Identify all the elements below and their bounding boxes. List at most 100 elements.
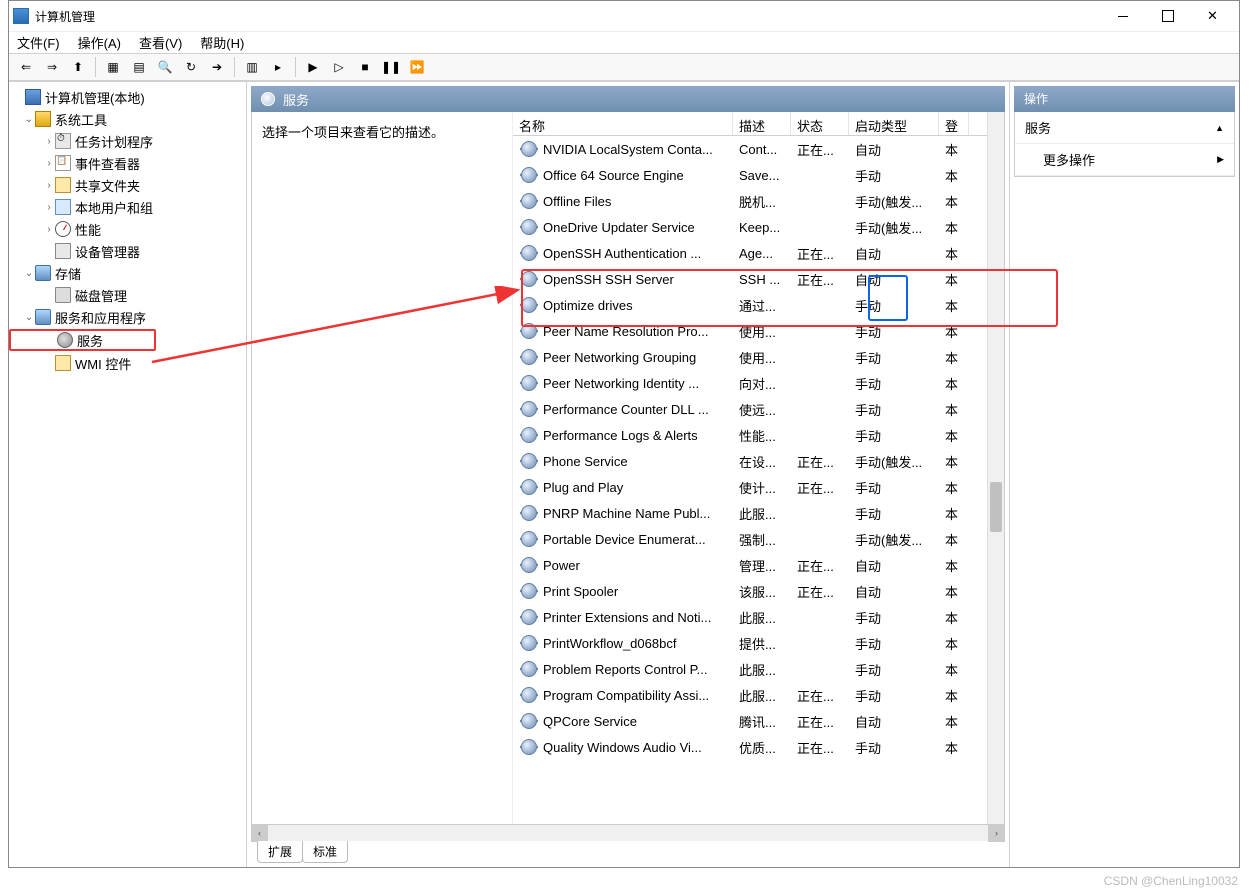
users-icon [55, 199, 71, 215]
service-row[interactable]: Peer Networking Grouping使用...手动本 [513, 344, 987, 370]
actions-services[interactable]: 服务▲ [1015, 112, 1234, 144]
service-status: 正在... [791, 478, 849, 497]
gear-icon [521, 661, 537, 677]
expand-icon[interactable]: ⌄ [23, 312, 35, 323]
tree-root[interactable]: 计算机管理(本地) [9, 86, 246, 108]
toolbar-button[interactable]: ↻ [180, 56, 202, 78]
toolbar-button[interactable]: 🔍 [154, 56, 176, 78]
maximize-button[interactable] [1145, 2, 1190, 30]
expand-icon[interactable]: › [43, 224, 55, 235]
tree-disk[interactable]: 磁盘管理 [9, 284, 246, 306]
actions-more[interactable]: 更多操作▶ [1015, 144, 1234, 176]
scroll-thumb[interactable] [990, 482, 1002, 532]
toolbar-button[interactable]: ▥ [241, 56, 263, 78]
col-name[interactable]: 名称 [513, 112, 733, 135]
service-row[interactable]: Phone Service在设...正在...手动(触发...本 [513, 448, 987, 474]
toolbar-button[interactable]: ⇐ [15, 56, 37, 78]
service-row[interactable]: Performance Counter DLL ...使远...手动本 [513, 396, 987, 422]
col-logon[interactable]: 登 [939, 112, 969, 135]
tree-task[interactable]: ›任务计划程序 [9, 130, 246, 152]
expand-icon[interactable]: ⌄ [23, 114, 35, 125]
minimize-button[interactable] [1100, 2, 1145, 30]
tree-wmi[interactable]: WMI 控件 [9, 352, 246, 374]
expand-icon[interactable]: › [43, 202, 55, 213]
toolbar-button[interactable]: ⏩ [406, 56, 428, 78]
service-row[interactable]: Print Spooler该服...正在...自动本 [513, 578, 987, 604]
tree-share[interactable]: ›共享文件夹 [9, 174, 246, 196]
service-row[interactable]: Quality Windows Audio Vi...优质...正在...手动本 [513, 734, 987, 760]
gear-icon [521, 713, 537, 729]
toolbar-button[interactable]: ▸ [267, 56, 289, 78]
menu-help[interactable]: 帮助(H) [200, 33, 244, 52]
tree-sys-tools[interactable]: ⌄系统工具 [9, 108, 246, 130]
service-row[interactable]: QPCore Service腾讯...正在...自动本 [513, 708, 987, 734]
toolbar-button[interactable]: ⬆ [67, 56, 89, 78]
service-name: Performance Counter DLL ... [543, 402, 709, 417]
service-row[interactable]: Program Compatibility Assi...此服...正在...手… [513, 682, 987, 708]
service-row[interactable]: OpenSSH Authentication ...Age...正在...自动本 [513, 240, 987, 266]
service-desc: Keep... [733, 220, 791, 235]
service-row[interactable]: Plug and Play使计...正在...手动本 [513, 474, 987, 500]
tree-users[interactable]: ›本地用户和组 [9, 196, 246, 218]
tree-event[interactable]: ›事件查看器 [9, 152, 246, 174]
service-row[interactable]: Printer Extensions and Noti...此服...手动本 [513, 604, 987, 630]
vertical-scrollbar[interactable] [987, 112, 1004, 824]
service-logon: 本 [939, 400, 969, 419]
expand-icon[interactable]: › [43, 180, 55, 191]
titlebar: 计算机管理 [9, 1, 1239, 31]
disk-icon [55, 287, 71, 303]
gear-icon [521, 193, 537, 209]
horizontal-scrollbar[interactable]: ‹ › [251, 824, 1005, 841]
tree-device[interactable]: 设备管理器 [9, 240, 246, 262]
event-icon [55, 155, 71, 171]
service-row[interactable]: Problem Reports Control P...此服...手动本 [513, 656, 987, 682]
service-name: Phone Service [543, 454, 628, 469]
close-button[interactable] [1190, 2, 1235, 30]
service-row[interactable]: OpenSSH SSH ServerSSH ...正在...自动本 [513, 266, 987, 292]
service-logon: 本 [939, 582, 969, 601]
toolbar-button[interactable]: ❚❚ [380, 56, 402, 78]
service-row[interactable]: PNRP Machine Name Publ...此服...手动本 [513, 500, 987, 526]
toolbar-button[interactable]: ▤ [128, 56, 150, 78]
expand-icon[interactable]: ⌄ [23, 268, 35, 279]
tree-perf[interactable]: ›性能 [9, 218, 246, 240]
col-status[interactable]: 状态 [791, 112, 849, 135]
service-row[interactable]: Peer Name Resolution Pro...使用...手动本 [513, 318, 987, 344]
service-name: Program Compatibility Assi... [543, 688, 709, 703]
service-name: Plug and Play [543, 480, 623, 495]
tree-svcapp[interactable]: ⌄服务和应用程序 [9, 306, 246, 328]
service-logon: 本 [939, 426, 969, 445]
service-row[interactable]: Power管理...正在...自动本 [513, 552, 987, 578]
service-row[interactable]: Offline Files脱机...手动(触发...本 [513, 188, 987, 214]
toolbar-button[interactable]: ▦ [102, 56, 124, 78]
tab-standard[interactable]: 标准 [302, 841, 348, 863]
service-row[interactable]: Performance Logs & Alerts性能...手动本 [513, 422, 987, 448]
service-logon: 本 [939, 296, 969, 315]
service-status: 正在... [791, 140, 849, 159]
tab-extended[interactable]: 扩展 [257, 841, 303, 863]
col-startup[interactable]: 启动类型 [849, 112, 939, 135]
service-row[interactable]: Peer Networking Identity ...向对...手动本 [513, 370, 987, 396]
service-row[interactable]: Optimize drives通过...手动本 [513, 292, 987, 318]
service-row[interactable]: NVIDIA LocalSystem Conta...Cont...正在...自… [513, 136, 987, 162]
toolbar-button[interactable]: ▷ [328, 56, 350, 78]
scroll-left-icon[interactable]: ‹ [251, 825, 268, 842]
service-row[interactable]: OneDrive Updater ServiceKeep...手动(触发...本 [513, 214, 987, 240]
expand-icon[interactable]: › [43, 158, 55, 169]
toolbar-button[interactable]: ■ [354, 56, 376, 78]
tree-storage[interactable]: ⌄存储 [9, 262, 246, 284]
toolbar-button[interactable]: ⇒ [41, 56, 63, 78]
scroll-right-icon[interactable]: › [988, 825, 1005, 842]
menu-file[interactable]: 文件(F) [17, 33, 60, 52]
tree-services[interactable]: 服务 [9, 329, 156, 351]
service-row[interactable]: Office 64 Source EngineSave...手动本 [513, 162, 987, 188]
expand-icon[interactable]: › [43, 136, 55, 147]
toolbar-button[interactable]: ▶ [302, 56, 324, 78]
menu-action[interactable]: 操作(A) [78, 33, 121, 52]
col-desc[interactable]: 描述 [733, 112, 791, 135]
service-row[interactable]: Portable Device Enumerat...强制...手动(触发...… [513, 526, 987, 552]
service-row[interactable]: PrintWorkflow_d068bcf提供...手动本 [513, 630, 987, 656]
toolbar-button[interactable]: ➔ [206, 56, 228, 78]
menu-view[interactable]: 查看(V) [139, 33, 182, 52]
service-desc: SSH ... [733, 272, 791, 287]
